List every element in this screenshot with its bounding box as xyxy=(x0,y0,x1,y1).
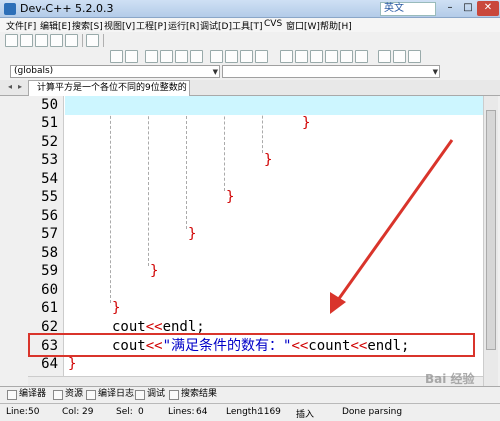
status-insert-mode: 插入 xyxy=(296,410,315,420)
resources-icon xyxy=(53,390,63,400)
status-lines-label: Lines: xyxy=(168,407,195,417)
status-length-label: Length: xyxy=(226,407,261,417)
status-bar: Line: 50 Col: 29 Sel: 0 Lines: 64 Length… xyxy=(0,403,500,421)
tab-compiler[interactable]: 编译器 xyxy=(6,388,46,402)
tab-debug[interactable]: 调试 xyxy=(134,388,165,402)
status-sel-label: Sel: xyxy=(116,407,133,417)
debug-check-icon xyxy=(135,390,145,400)
status-line-value: 50 xyxy=(28,407,40,417)
status-col-value: 29 xyxy=(82,407,94,417)
status-col-label: Col: xyxy=(62,407,80,417)
status-line-label: Line: xyxy=(6,407,28,417)
horizontal-scrollbar[interactable] xyxy=(28,376,483,386)
vertical-scrollbar[interactable] xyxy=(483,96,498,386)
compiler-icon xyxy=(7,390,17,400)
watermark: Bai 经验 xyxy=(425,372,475,386)
tab-resources[interactable]: 资源 xyxy=(52,388,83,402)
scrollbar-thumb[interactable] xyxy=(486,110,496,350)
tab-compile-log[interactable]: 编译日志 xyxy=(85,388,134,402)
compile-log-icon xyxy=(86,390,96,400)
status-length-value: 1169 xyxy=(258,407,281,417)
tab-search-results[interactable]: 搜索结果 xyxy=(168,388,217,402)
bottom-panel-tabs: 编译器 资源 编译日志 调试 搜索结果 xyxy=(0,386,500,402)
status-message: Done parsing xyxy=(342,407,403,417)
status-lines-value: 64 xyxy=(196,407,208,417)
search-results-icon xyxy=(169,390,179,400)
annotation-arrow xyxy=(330,139,454,314)
status-sel-value: 0 xyxy=(138,407,144,417)
